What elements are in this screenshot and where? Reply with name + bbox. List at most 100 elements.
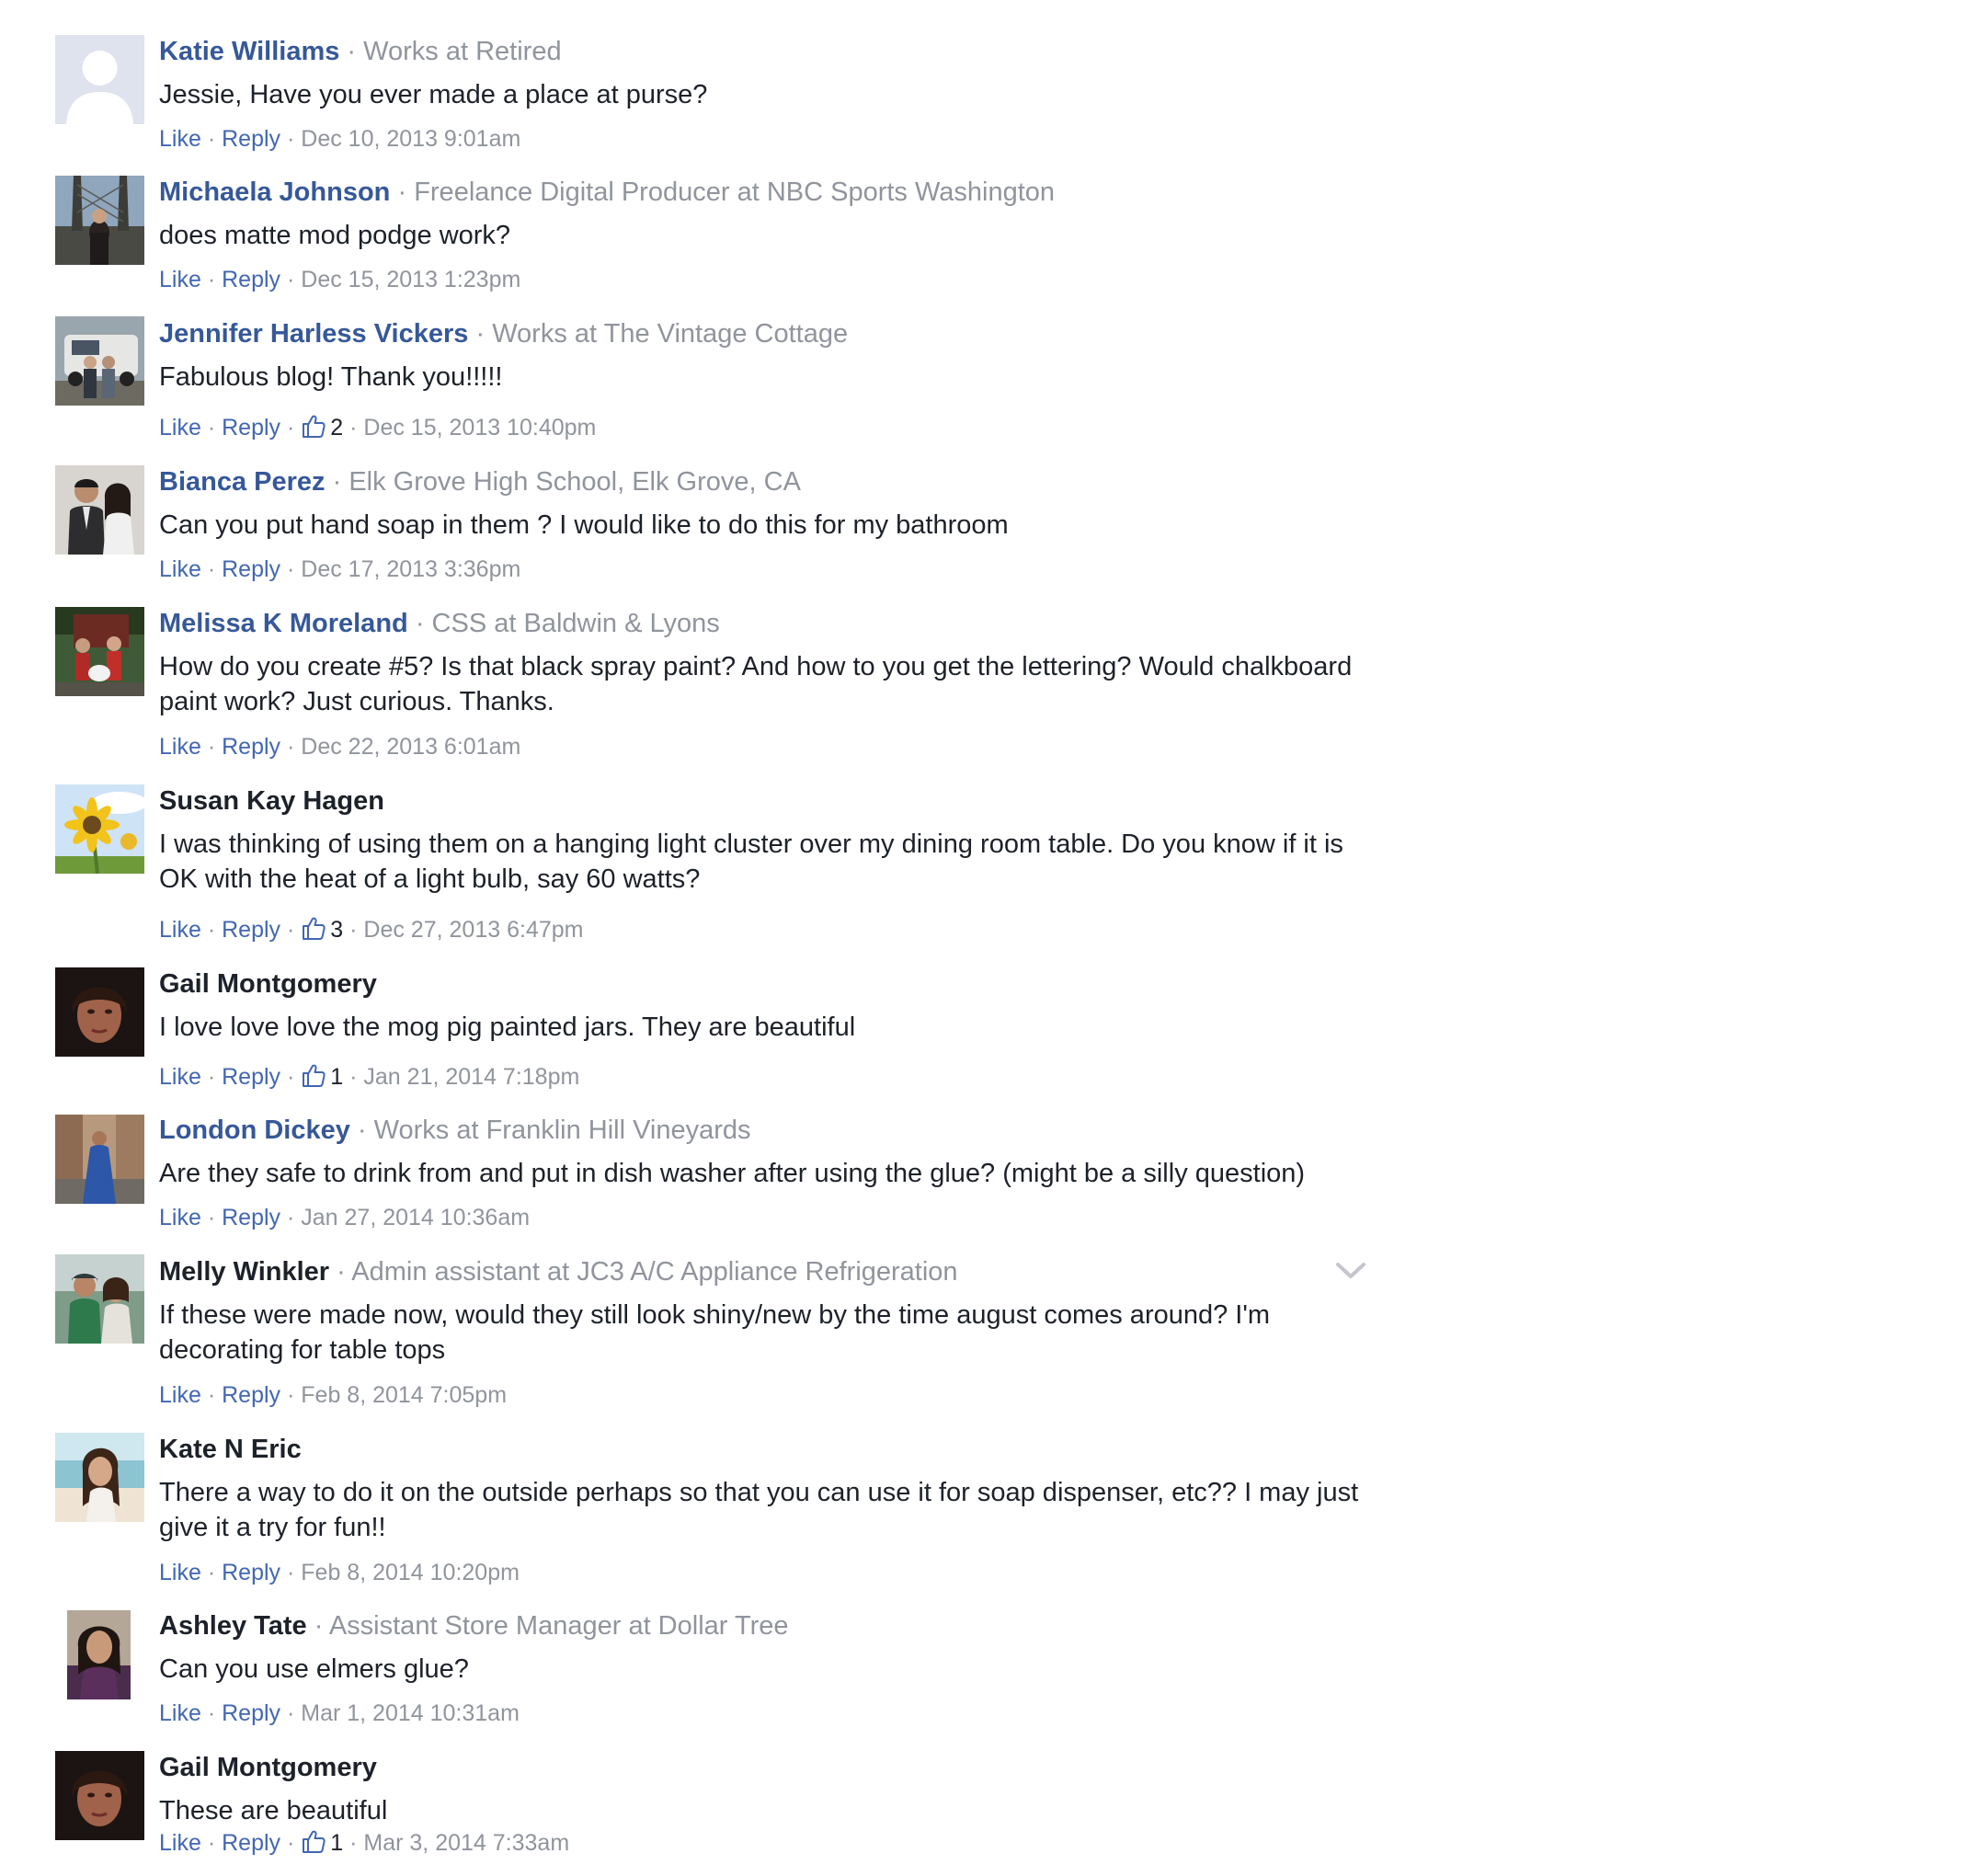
- reply-link[interactable]: Reply: [222, 556, 280, 582]
- like-link[interactable]: Like: [159, 126, 201, 152]
- timestamp[interactable]: Dec 15, 2013 1:23pm: [301, 267, 520, 292]
- like-link[interactable]: Like: [159, 1700, 201, 1726]
- avatar[interactable]: [55, 1254, 144, 1344]
- separator: ·: [286, 1560, 295, 1585]
- separator: ·: [349, 917, 358, 943]
- author-name[interactable]: Jennifer Harless Vickers: [159, 319, 468, 349]
- separator: ·: [357, 1116, 367, 1145]
- separator: ·: [415, 609, 425, 638]
- like-link[interactable]: Like: [159, 556, 201, 582]
- separator: ·: [286, 734, 295, 760]
- reply-link[interactable]: Reply: [222, 1700, 280, 1726]
- like-count[interactable]: 2: [330, 415, 343, 441]
- like-link[interactable]: Like: [159, 1064, 201, 1090]
- comment-header: Katie Williams · Works at Retired: [159, 33, 562, 70]
- author-subtitle: Assistant Store Manager at Dollar Tree: [328, 1611, 789, 1641]
- author-name[interactable]: Melissa K Moreland: [159, 609, 408, 638]
- like-link[interactable]: Like: [159, 1205, 201, 1230]
- like-link[interactable]: Like: [159, 415, 201, 441]
- comment-header: Bianca Perez · Elk Grove High School, El…: [159, 463, 801, 500]
- comment-actions: Like · Reply · 1 · Jan 21, 2014 7:18pm: [159, 1060, 579, 1093]
- comment-text: If these were made now, would they still…: [159, 1300, 1271, 1365]
- avatar[interactable]: [55, 1433, 144, 1522]
- author-name[interactable]: Gail Montgomery: [159, 1753, 377, 1782]
- comment-actions: Like · Reply · Dec 22, 2013 6:01am: [159, 730, 520, 763]
- timestamp[interactable]: Jan 27, 2014 10:36am: [301, 1205, 530, 1230]
- timestamp[interactable]: Dec 27, 2013 6:47pm: [363, 917, 583, 943]
- separator: ·: [207, 1830, 216, 1856]
- separator: ·: [207, 415, 216, 441]
- avatar[interactable]: [55, 465, 144, 555]
- avatar[interactable]: [55, 176, 144, 265]
- avatar[interactable]: [55, 607, 144, 696]
- timestamp[interactable]: Feb 8, 2014 7:05pm: [301, 1382, 507, 1408]
- author-subtitle: Works at The Vintage Cottage: [492, 319, 849, 349]
- separator: ·: [207, 1064, 216, 1090]
- like-link[interactable]: Like: [159, 917, 201, 943]
- reply-link[interactable]: Reply: [222, 1205, 280, 1230]
- reply-link[interactable]: Reply: [222, 1830, 280, 1856]
- avatar[interactable]: [55, 316, 144, 406]
- comment-text: How do you create #5? Is that black spra…: [159, 652, 1353, 716]
- reply-link[interactable]: Reply: [222, 1382, 280, 1408]
- author-name[interactable]: Susan Kay Hagen: [159, 786, 384, 816]
- author-name[interactable]: Melly Winkler: [159, 1257, 329, 1287]
- like-link[interactable]: Like: [159, 1560, 201, 1585]
- separator: ·: [286, 917, 295, 943]
- timestamp[interactable]: Dec 17, 2013 3:36pm: [301, 556, 520, 582]
- couple-photo-icon: [55, 465, 144, 555]
- comment-text: Jessie, Have you ever made a place at pu…: [159, 80, 708, 109]
- timestamp[interactable]: Dec 22, 2013 6:01am: [301, 734, 520, 760]
- author-name[interactable]: Ashley Tate: [159, 1611, 307, 1641]
- chevron-down-icon[interactable]: [1335, 1261, 1366, 1281]
- author-name[interactable]: London Dickey: [159, 1116, 350, 1145]
- timestamp[interactable]: Jan 21, 2014 7:18pm: [363, 1064, 579, 1090]
- avatar[interactable]: [55, 1115, 144, 1204]
- author-name[interactable]: Katie Williams: [159, 37, 339, 66]
- author-subtitle: Works at Retired: [363, 37, 562, 66]
- portrait-photo-icon: [55, 1751, 144, 1840]
- reply-link[interactable]: Reply: [222, 415, 280, 441]
- comment-actions: Like · Reply · Jan 27, 2014 10:36am: [159, 1201, 530, 1234]
- comment-header: Gail Montgomery: [159, 966, 377, 1002]
- author-subtitle: Admin assistant at JC3 A/C Appliance Ref…: [351, 1257, 958, 1287]
- timestamp[interactable]: Mar 1, 2014 10:31am: [301, 1700, 520, 1726]
- reply-link[interactable]: Reply: [222, 917, 280, 943]
- avatar[interactable]: [55, 1751, 144, 1840]
- comment-header: Kate N Eric: [159, 1431, 302, 1468]
- separator: ·: [397, 177, 407, 207]
- separator: ·: [349, 1064, 358, 1090]
- reply-link[interactable]: Reply: [222, 1560, 280, 1585]
- author-name[interactable]: Gail Montgomery: [159, 969, 377, 999]
- comment-header: Melly Winkler · Admin assistant at JC3 A…: [159, 1253, 958, 1290]
- comment-header: Jennifer Harless Vickers · Works at The …: [159, 315, 848, 352]
- like-link[interactable]: Like: [159, 1382, 201, 1408]
- couple-green-photo-icon: [55, 1254, 144, 1344]
- comment-actions: Like · Reply · Mar 1, 2014 10:31am: [159, 1697, 520, 1730]
- separator: ·: [207, 126, 216, 152]
- thumbs-up-icon: [301, 1062, 326, 1088]
- reply-link[interactable]: Reply: [222, 734, 280, 760]
- avatar[interactable]: [55, 35, 144, 124]
- author-name[interactable]: Bianca Perez: [159, 467, 326, 497]
- timestamp[interactable]: Dec 15, 2013 10:40pm: [363, 415, 596, 441]
- like-count[interactable]: 1: [330, 1830, 343, 1856]
- like-count[interactable]: 1: [330, 1064, 343, 1090]
- family-photo-icon: [55, 607, 144, 696]
- like-link[interactable]: Like: [159, 734, 201, 760]
- avatar[interactable]: [55, 967, 144, 1057]
- author-name[interactable]: Michaela Johnson: [159, 177, 390, 207]
- timestamp[interactable]: Mar 3, 2014 7:33am: [363, 1830, 569, 1856]
- timestamp[interactable]: Feb 8, 2014 10:20pm: [301, 1560, 520, 1585]
- timestamp[interactable]: Dec 10, 2013 9:01am: [301, 126, 520, 152]
- like-link[interactable]: Like: [159, 267, 201, 292]
- avatar[interactable]: [67, 1610, 131, 1699]
- reply-link[interactable]: Reply: [222, 267, 280, 292]
- reply-link[interactable]: Reply: [222, 126, 280, 152]
- author-name[interactable]: Kate N Eric: [159, 1435, 302, 1464]
- separator: ·: [286, 415, 295, 441]
- avatar[interactable]: [55, 784, 144, 874]
- reply-link[interactable]: Reply: [222, 1064, 280, 1090]
- like-link[interactable]: Like: [159, 1830, 201, 1856]
- like-count[interactable]: 3: [330, 917, 343, 943]
